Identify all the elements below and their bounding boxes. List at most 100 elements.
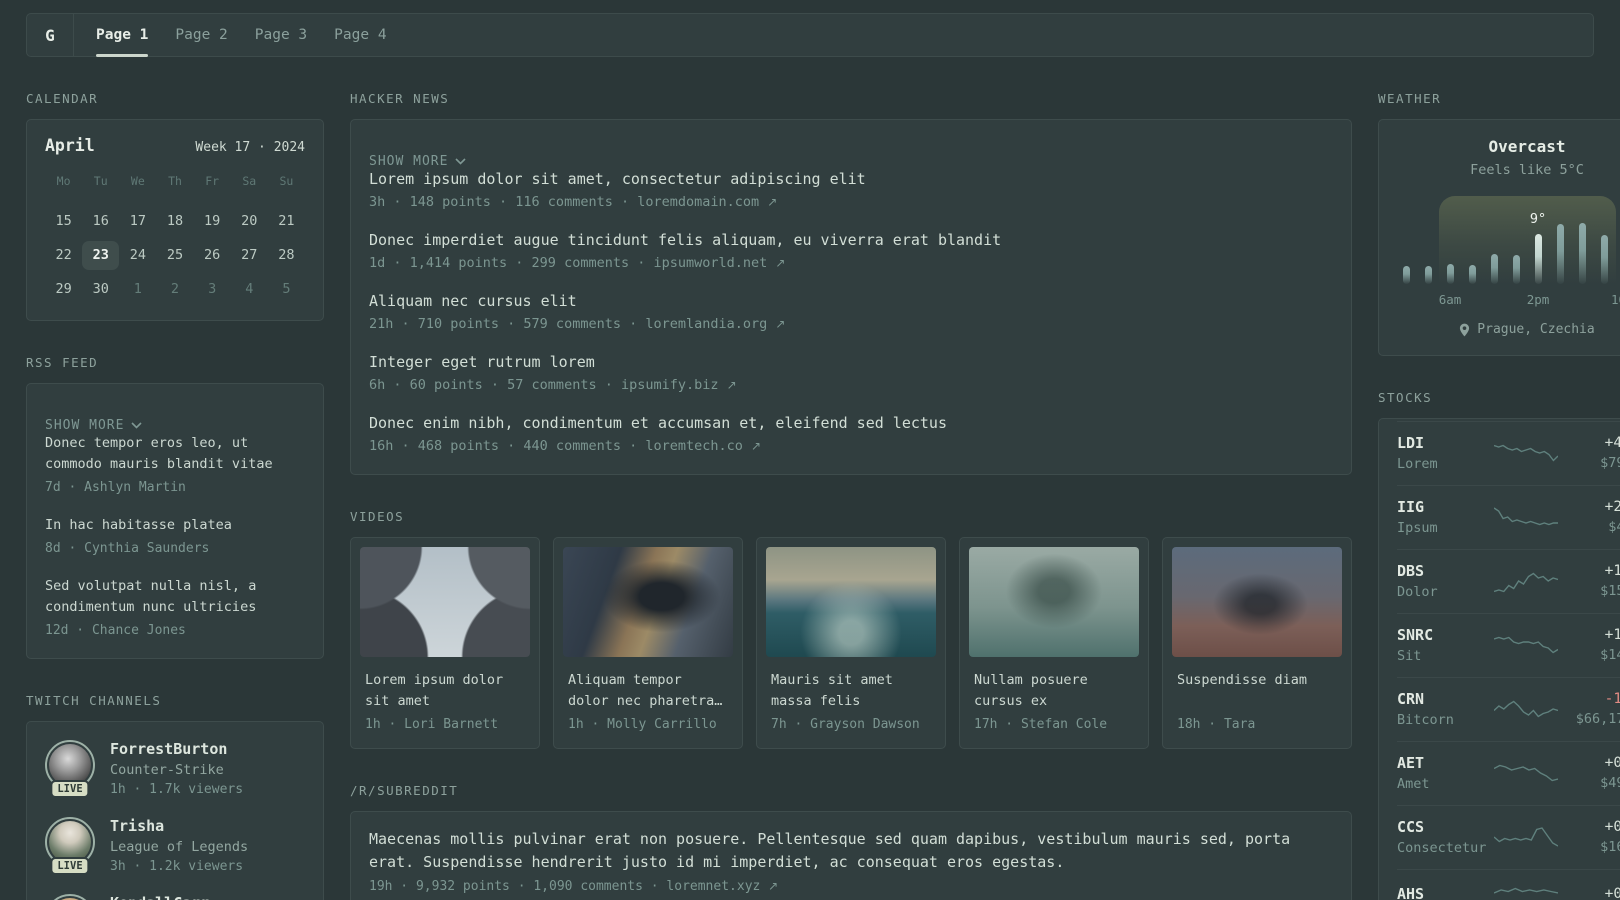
hn-item-domain[interactable]: ipsumworld.net (653, 255, 767, 271)
hn-item-domain[interactable]: ipsumify.biz (621, 377, 719, 393)
rss-item-title[interactable]: In hac habitasse platea (45, 515, 305, 536)
stock-sparkline (1494, 636, 1559, 654)
calendar-day: 18 (166, 213, 184, 229)
channel-name[interactable]: KendallCarr (110, 894, 209, 900)
rss-show-more-button[interactable]: SHOW MORE (45, 418, 305, 433)
video-title[interactable]: Aliquam tempor dolor nec pharetra… (568, 670, 728, 712)
stock-row[interactable]: DBS Dolor +1.42% $156.28 (1397, 549, 1620, 613)
video-meta: 17h · Stefan Cole (974, 717, 1108, 732)
location-pin-icon (1460, 323, 1470, 336)
stock-price: $66,171.48 (1575, 711, 1620, 727)
weather-location: Prague, Czechia (1397, 322, 1620, 337)
twitch-channel-row: LIVE ForrestBurton Counter-Strike 1h · 1… (45, 740, 305, 798)
weather-widget-title: WEATHER (1378, 91, 1442, 106)
twitch-channel-row: LIVE KendallCarr (45, 894, 305, 900)
hn-item-domain[interactable]: loremlandia.org (645, 316, 767, 332)
stock-change: +1.42% (1604, 563, 1620, 579)
rss-widget: RSS FEED SHOW MORE Donec tempor eros leo… (26, 355, 324, 659)
hn-item-title[interactable]: Aliquam nec cursus elit (369, 291, 1333, 312)
hn-item-meta: 3h · 148 points · 116 comments · loremdo… (369, 194, 778, 210)
dashboard-columns: CALENDAR April Week 17 · 2024 Mo Tu We Th Fr… (26, 57, 1620, 900)
stock-sparkline (1494, 507, 1559, 526)
calendar-day: 15 (55, 213, 72, 229)
stock-row[interactable]: CRN Bitcorn -1.00% $66,171.48 (1397, 677, 1620, 741)
stock-row[interactable]: SNRC Sit +1.36% $148.64 (1397, 613, 1620, 677)
calendar-dow: Su (279, 174, 294, 188)
video-title[interactable]: Mauris sit amet massa felis (771, 670, 931, 712)
channel-viewers: 1h · 1.7k viewers (110, 782, 244, 797)
video-thumbnail[interactable] (969, 547, 1139, 657)
weather-bar (1446, 264, 1454, 284)
calendar-dow: Mo (56, 174, 71, 188)
videos-widget-title: VIDEOS (350, 509, 405, 524)
external-link-icon: ↗ (775, 256, 786, 270)
stock-price: $148.64 (1600, 647, 1620, 663)
channel-avatar[interactable] (45, 894, 95, 900)
stock-symbol: SNRC (1397, 626, 1434, 644)
calendar-widget-title: CALENDAR (26, 91, 99, 106)
video-card: Nullam posuere cursus ex 17h · Stefan Co… (959, 537, 1149, 749)
channel-name[interactable]: Trisha (110, 817, 248, 835)
hn-item-meta: 1d · 1,414 points · 299 comments · ipsum… (369, 255, 786, 271)
video-card: Lorem ipsum dolor sit amet consectetu… 1… (350, 537, 540, 749)
hn-item-title[interactable]: Donec imperdiet augue tincidunt felis al… (369, 230, 1333, 251)
hn-show-more-button[interactable]: SHOW MORE (369, 154, 1333, 169)
twitch-channel-row: LIVE Trisha League of Legends 3h · 1.2k … (45, 817, 305, 875)
stock-row[interactable]: AHS +0.46% (1397, 869, 1620, 900)
hn-item-title[interactable]: Integer eget rutrum lorem (369, 352, 1333, 373)
channel-game: Counter-Strike (110, 762, 224, 778)
calendar-card: April Week 17 · 2024 Mo Tu We Th Fr Sa Su 15 16… (26, 119, 324, 321)
video-card: Suspendisse diam 18h · Tara (1162, 537, 1352, 749)
subreddit-widget: /R/SUBREDDIT Maecenas mollis pulvinar er… (350, 783, 1352, 900)
live-badge: LIVE (50, 857, 90, 875)
rss-item-meta: 12d · Chance Jones (45, 623, 186, 638)
page-tab[interactable]: Page 1 (96, 14, 149, 57)
video-title[interactable]: Lorem ipsum dolor sit amet consectetu… (365, 670, 525, 712)
stock-row[interactable]: IIG Ipsum +2.84% $42.04 (1397, 485, 1620, 549)
left-column: CALENDAR April Week 17 · 2024 Mo Tu We Th Fr… (26, 57, 324, 900)
subreddit-post-title[interactable]: Maecenas mollis pulvinar erat non posuer… (369, 828, 1333, 874)
rss-item-title[interactable]: Donec tempor eros leo, ut commodo mauris… (45, 433, 305, 475)
hn-item-meta: 6h · 60 points · 57 comments · ipsumify.… (369, 377, 737, 393)
hn-item-title[interactable]: Donec enim nibh, condimentum et accumsan… (369, 413, 1333, 434)
page-tab[interactable]: Page 2 (175, 14, 227, 56)
subreddit-post-domain[interactable]: loremnet.xyz (666, 879, 760, 894)
subreddit-widget-title: /R/SUBREDDIT (350, 783, 459, 798)
hn-item: Donec imperdiet augue tincidunt felis al… (369, 230, 1333, 273)
stock-change: +4.35% (1604, 435, 1620, 451)
video-thumbnail[interactable] (1172, 547, 1342, 657)
video-title[interactable]: Suspendisse diam (1177, 670, 1337, 712)
hn-item: Integer eget rutrum lorem 6h · 60 points… (369, 352, 1333, 395)
calendar-day: 22 (55, 247, 72, 263)
channel-viewers: 3h · 1.2k viewers (110, 859, 244, 874)
video-thumbnail[interactable] (766, 547, 936, 657)
video-thumbnail[interactable] (563, 547, 733, 657)
stock-row[interactable]: CCS Consectetur +0.51% $165.84 (1397, 805, 1620, 869)
channel-name[interactable]: ForrestBurton (110, 740, 243, 758)
video-card: Aliquam tempor dolor nec pharetra… 1h · … (553, 537, 743, 749)
stock-row[interactable]: AET Amet +0.92% $499.72 (1397, 741, 1620, 805)
video-title[interactable]: Nullam posuere cursus ex (974, 670, 1134, 712)
hn-item-domain[interactable]: loremtech.co (645, 438, 743, 454)
hn-item-title[interactable]: Lorem ipsum dolor sit amet, consectetur … (369, 169, 1333, 190)
app-logo[interactable]: G (27, 14, 73, 56)
hn-item-domain[interactable]: loremdomain.com (637, 194, 759, 210)
stock-row[interactable]: LDI Lorem +4.35% $795.18 (1397, 421, 1620, 485)
calendar-day: 16 (92, 213, 109, 229)
page-tab[interactable]: Page 3 (255, 14, 307, 56)
stock-name: Amet (1397, 776, 1430, 792)
stock-change: +0.51% (1604, 819, 1620, 835)
stock-price: $499.72 (1600, 775, 1620, 791)
page-tab[interactable]: Page 4 (334, 14, 386, 56)
stock-sparkline (1494, 572, 1559, 593)
hn-item-meta: 16h · 468 points · 440 comments · loremt… (369, 438, 762, 454)
twitch-widget: TWITCH CHANNELS LIVE ForrestBurton Count… (26, 693, 324, 900)
rss-item-title[interactable]: Sed volutpat nulla nisl, a condimentum n… (45, 576, 305, 618)
weather-condition: Overcast (1488, 137, 1566, 156)
stocks-widget: STOCKS LDI Lorem +4 $7 IIG Ipsum +2 $ DB… (1378, 390, 1620, 900)
video-thumbnail[interactable] (360, 547, 530, 657)
hn-item: Donec enim nibh, condimentum et accumsan… (369, 413, 1333, 456)
subreddit-card: Maecenas mollis pulvinar erat non posuer… (350, 811, 1352, 900)
stock-change: +0.46% (1604, 886, 1620, 900)
video-meta: 1h · Lori Barnett (365, 717, 499, 732)
